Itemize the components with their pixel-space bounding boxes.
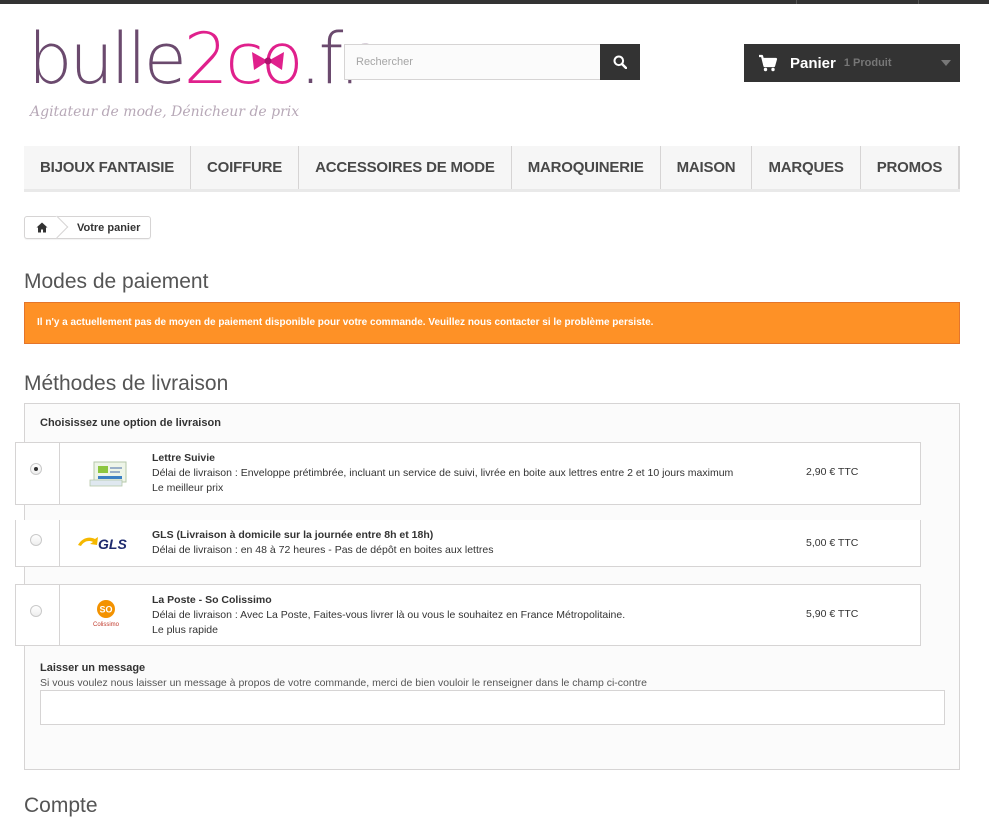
menu-item-promos[interactable]: Promos <box>861 146 960 189</box>
carrier-info: Lettre Suivie Délai de livraison : Envel… <box>152 451 733 496</box>
search-input[interactable] <box>344 44 600 80</box>
message-textarea[interactable] <box>40 690 945 725</box>
carrier-name: La Poste - So Colissimo <box>152 594 272 606</box>
radio-cell <box>16 443 60 504</box>
account-title: Compte <box>24 794 98 817</box>
search-bar <box>344 44 640 80</box>
carrier-delay: Délai de livraison : en 48 à 72 heures -… <box>152 544 494 556</box>
carrier-info: GLS (Livraison à domicile sur la journée… <box>152 528 493 558</box>
breadcrumb-home[interactable] <box>25 215 69 239</box>
top-bar-separator <box>918 0 919 4</box>
menu-item-accessoires-de-mode[interactable]: Accessoires de mode <box>299 146 512 189</box>
cart-icon <box>759 54 778 72</box>
main-menu: Bijoux fantaisie Coiffure Accessoires de… <box>24 146 961 192</box>
breadcrumb-current: Votre panier <box>77 221 141 234</box>
menu-item-marques[interactable]: Marques <box>752 146 861 189</box>
logo-main: bulle <box>28 18 187 100</box>
radio-cell <box>16 520 60 566</box>
logo-wordmark: bulle2co.fr <box>28 14 369 104</box>
payment-alert: Il n'y a actuellement pas de moyen de pa… <box>24 302 960 344</box>
carrier-option-lettre-suivie[interactable]: Lettre Suivie Délai de livraison : Envel… <box>15 442 921 505</box>
carrier-price: 5,00 € TTC <box>806 537 859 549</box>
carrier-price: 5,90 € TTC <box>806 608 859 620</box>
carrier-delay: Délai de livraison : Enveloppe prétimbré… <box>152 467 734 479</box>
delivery-subtitle: Choisissez une option de livraison <box>40 417 221 429</box>
colissimo-logo: SO Colissimo <box>93 600 120 628</box>
menu-item-empty <box>959 146 961 189</box>
logo-tagline: Agitateur de mode, Dénicheur de prix <box>30 104 300 120</box>
carrier-name: Lettre Suivie <box>152 452 216 464</box>
top-bar <box>0 0 989 4</box>
search-icon <box>613 55 627 69</box>
top-bar-separator <box>796 0 797 4</box>
menu-item-coiffure[interactable]: Coiffure <box>191 146 300 189</box>
gls-logo: GLS <box>78 536 127 552</box>
cart-count: 1 Produit <box>843 57 892 69</box>
search-button[interactable] <box>600 44 640 80</box>
cart-label: Panier <box>790 54 836 72</box>
carrier-delay: Délai de livraison : Avec La Poste, Fait… <box>152 609 626 621</box>
carrier-option-gls[interactable]: GLS GLS (Livraison à domicile sur la jou… <box>15 520 921 567</box>
site-logo[interactable]: bulle2co.fr Agitateur de mode, Dénicheur… <box>28 14 369 126</box>
carrier-price: 2,90 € TTC <box>806 466 859 478</box>
menu-item-maroquinerie[interactable]: Maroquinerie <box>512 146 661 189</box>
home-icon <box>36 222 48 233</box>
carrier-note: Le plus rapide <box>152 624 218 636</box>
lettre-suivie-logo <box>89 461 127 487</box>
colissimo-logo-sub: Colissimo <box>93 622 120 628</box>
gls-logo-text: GLS <box>98 536 127 552</box>
carrier-name: GLS (Livraison à domicile sur la journée… <box>152 529 434 541</box>
carrier-note: Le meilleur prix <box>152 482 224 494</box>
colissimo-logo-text: SO <box>99 605 112 615</box>
carrier-radio[interactable] <box>30 605 42 617</box>
breadcrumb: Votre panier <box>24 215 152 239</box>
chevron-down-icon[interactable] <box>941 60 951 66</box>
message-help: Si vous voulez nous laisser un message à… <box>40 677 647 689</box>
carrier-info: La Poste - So Colissimo Délai de livrais… <box>152 593 625 638</box>
carrier-radio[interactable] <box>30 463 42 475</box>
radio-cell <box>16 585 60 645</box>
payment-title: Modes de paiement <box>24 270 209 293</box>
cart-button[interactable]: Panier 1 Produit <box>744 44 960 82</box>
breadcrumb-separator <box>45 215 69 239</box>
carrier-option-colissimo[interactable]: SO Colissimo La Poste - So Colissimo Dél… <box>15 584 921 646</box>
menu-item-maison[interactable]: Maison <box>661 146 753 189</box>
bow-icon <box>252 52 284 70</box>
carrier-radio[interactable] <box>30 534 42 546</box>
delivery-title: Méthodes de livraison <box>24 372 229 395</box>
message-title: Laisser un message <box>40 662 146 674</box>
menu-item-bijoux-fantaisie[interactable]: Bijoux fantaisie <box>24 146 192 189</box>
